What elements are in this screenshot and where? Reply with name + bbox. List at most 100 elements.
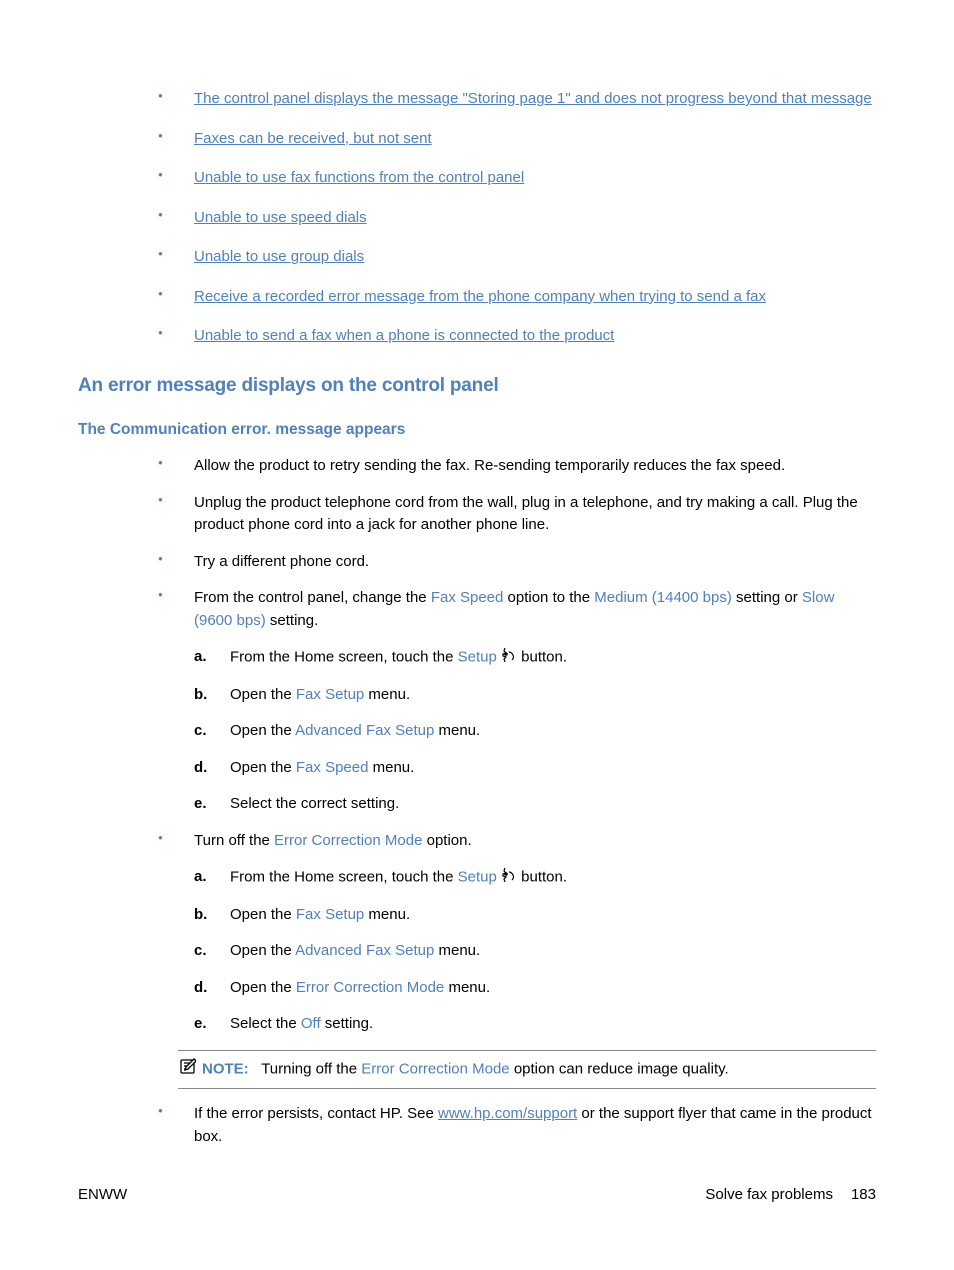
footer-right: Solve fax problems 183 bbox=[705, 1184, 876, 1207]
list-item: Receive a recorded error message from th… bbox=[158, 286, 876, 309]
text: Select the bbox=[230, 1015, 301, 1032]
instructions-list: If the error persists, contact HP. See w… bbox=[78, 1103, 876, 1148]
list-item: Try a different phone cord. bbox=[158, 551, 876, 574]
ui-term: Fax Setup bbox=[296, 906, 364, 923]
step-item: c. Open the Advanced Fax Setup menu. bbox=[194, 940, 876, 963]
page-footer: ENWW Solve fax problems 183 bbox=[78, 1184, 876, 1207]
ui-term: Medium (14400 bps) bbox=[594, 589, 732, 606]
list-item: Unable to use fax functions from the con… bbox=[158, 167, 876, 190]
step-item: b. Open the Fax Setup menu. bbox=[194, 904, 876, 927]
step-marker: e. bbox=[194, 1013, 207, 1036]
text: Turning off the bbox=[261, 1060, 361, 1077]
text: menu. bbox=[434, 722, 480, 739]
topic-link[interactable]: Unable to use speed dials bbox=[194, 209, 367, 226]
ui-term: Setup bbox=[458, 869, 497, 886]
page-content: The control panel displays the message "… bbox=[0, 0, 954, 1148]
ui-term: Error Correction Mode bbox=[296, 979, 444, 996]
step-item: e. Select the correct setting. bbox=[194, 793, 876, 816]
list-item: Faxes can be received, but not sent bbox=[158, 128, 876, 151]
setup-icon bbox=[501, 866, 517, 890]
ui-term: Error Correction Mode bbox=[361, 1060, 509, 1077]
list-item: The control panel displays the message "… bbox=[158, 88, 876, 111]
text: menu. bbox=[368, 759, 414, 776]
list-item: If the error persists, contact HP. See w… bbox=[158, 1103, 876, 1148]
note-callout: NOTE: Turning off the Error Correction M… bbox=[178, 1050, 876, 1090]
ui-term: Advanced Fax Setup bbox=[295, 722, 434, 739]
text: From the Home screen, touch the bbox=[230, 649, 458, 666]
text: Open the bbox=[230, 759, 296, 776]
footer-left: ENWW bbox=[78, 1184, 127, 1207]
ui-term: Setup bbox=[458, 649, 497, 666]
text: menu. bbox=[444, 979, 490, 996]
text: button. bbox=[517, 869, 567, 886]
step-marker: c. bbox=[194, 940, 207, 963]
text: menu. bbox=[434, 942, 480, 959]
text: Open the bbox=[230, 686, 296, 703]
section-heading: An error message displays on the control… bbox=[78, 372, 876, 401]
step-marker: d. bbox=[194, 977, 207, 1000]
text: From the Home screen, touch the bbox=[230, 869, 458, 886]
text: option can reduce image quality. bbox=[510, 1060, 729, 1077]
note-label: NOTE: bbox=[202, 1060, 249, 1077]
text: Open the bbox=[230, 942, 295, 959]
steps-list: a.From the Home screen, touch the Setup … bbox=[194, 866, 876, 1036]
text: If the error persists, contact HP. See bbox=[194, 1105, 438, 1122]
step-item: b. Open the Fax Setup menu. bbox=[194, 684, 876, 707]
step-marker: b. bbox=[194, 684, 207, 707]
step-marker: e. bbox=[194, 793, 207, 816]
instructions-list: Allow the product to retry sending the f… bbox=[78, 455, 876, 1036]
ui-term: Off bbox=[301, 1015, 321, 1032]
step-marker: d. bbox=[194, 757, 207, 780]
topic-link[interactable]: Receive a recorded error message from th… bbox=[194, 288, 766, 305]
topic-link[interactable]: Unable to use fax functions from the con… bbox=[194, 169, 524, 186]
text: option. bbox=[422, 832, 471, 849]
step-item: c. Open the Advanced Fax Setup menu. bbox=[194, 720, 876, 743]
text: Open the bbox=[230, 722, 295, 739]
topic-link[interactable]: The control panel displays the message "… bbox=[194, 90, 872, 107]
page-number: 183 bbox=[851, 1186, 876, 1203]
step-item: a.From the Home screen, touch the Setup … bbox=[194, 646, 876, 670]
text: Turn off the bbox=[194, 832, 274, 849]
ui-term: Error Correction Mode bbox=[274, 832, 422, 849]
text: Select the correct setting. bbox=[230, 795, 399, 812]
list-item: Unable to use group dials bbox=[158, 246, 876, 269]
topic-link[interactable]: Unable to use group dials bbox=[194, 248, 364, 265]
topic-link[interactable]: Faxes can be received, but not sent bbox=[194, 130, 432, 147]
text: button. bbox=[517, 649, 567, 666]
note-icon bbox=[178, 1057, 200, 1083]
list-item: From the control panel, change the Fax S… bbox=[158, 587, 876, 816]
step-item: d. Open the Error Correction Mode menu. bbox=[194, 977, 876, 1000]
ui-term: Fax Speed bbox=[296, 759, 369, 776]
list-item: Unable to use speed dials bbox=[158, 207, 876, 230]
list-item: Unplug the product telephone cord from t… bbox=[158, 492, 876, 537]
list-item: Allow the product to retry sending the f… bbox=[158, 455, 876, 478]
text: setting. bbox=[321, 1015, 374, 1032]
topic-link[interactable]: Unable to send a fax when a phone is con… bbox=[194, 327, 614, 344]
text: setting or bbox=[732, 589, 802, 606]
ui-term: Fax Speed bbox=[431, 589, 504, 606]
step-item: d. Open the Fax Speed menu. bbox=[194, 757, 876, 780]
text: menu. bbox=[364, 906, 410, 923]
subsection-heading: The Communication error. message appears bbox=[78, 418, 876, 441]
list-item: Unable to send a fax when a phone is con… bbox=[158, 325, 876, 348]
support-link[interactable]: www.hp.com/support bbox=[438, 1105, 577, 1122]
ui-term: Advanced Fax Setup bbox=[295, 942, 434, 959]
topic-links-list: The control panel displays the message "… bbox=[78, 88, 876, 348]
steps-list: a.From the Home screen, touch the Setup … bbox=[194, 646, 876, 816]
footer-section: Solve fax problems bbox=[705, 1186, 833, 1203]
text: option to the bbox=[503, 589, 594, 606]
text: Open the bbox=[230, 979, 296, 996]
text: menu. bbox=[364, 686, 410, 703]
step-marker: c. bbox=[194, 720, 207, 743]
step-marker: a. bbox=[194, 646, 207, 669]
ui-term: Fax Setup bbox=[296, 686, 364, 703]
setup-icon bbox=[501, 646, 517, 670]
text: setting. bbox=[266, 612, 319, 629]
step-marker: b. bbox=[194, 904, 207, 927]
text: From the control panel, change the bbox=[194, 589, 431, 606]
list-item: Turn off the Error Correction Mode optio… bbox=[158, 830, 876, 1036]
step-marker: a. bbox=[194, 866, 207, 889]
step-item: e. Select the Off setting. bbox=[194, 1013, 876, 1036]
text: Open the bbox=[230, 906, 296, 923]
step-item: a.From the Home screen, touch the Setup … bbox=[194, 866, 876, 890]
